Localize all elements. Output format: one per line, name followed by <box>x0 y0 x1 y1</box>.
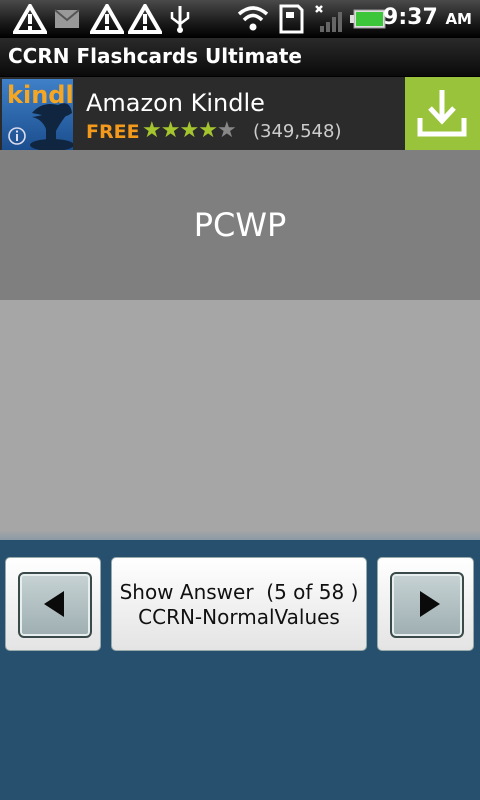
app-title-bar: CCRN Flashcards Ultimate <box>0 38 480 77</box>
time-value: 9:37 <box>383 5 438 30</box>
app-title: CCRN Flashcards Ultimate <box>8 44 302 68</box>
status-bar: 9:37 AM <box>0 0 480 38</box>
show-answer-label: Show Answer (5 of 58 ) CCRN-NormalValues <box>112 580 366 630</box>
show-answer-button[interactable]: Show Answer (5 of 58 ) CCRN-NormalValues <box>111 557 367 651</box>
mail-icon <box>54 9 80 28</box>
flashcard-answer-area[interactable] <box>0 300 480 540</box>
info-icon[interactable] <box>7 126 27 146</box>
usb-icon <box>170 6 190 33</box>
alert-icon <box>90 4 124 34</box>
left-arrow-icon <box>44 591 64 617</box>
ad-download-button[interactable] <box>405 77 480 150</box>
next-arrow-frame <box>390 572 464 638</box>
star-icon: ★ <box>142 118 162 143</box>
flashcard-question-text: PCWP <box>193 206 287 244</box>
star-icon: ★ <box>179 118 199 143</box>
alert-icon <box>128 4 162 34</box>
status-time: 9:37 AM <box>383 5 472 30</box>
sd-card-icon <box>279 4 304 34</box>
ad-app-icon[interactable]: kindle <box>2 79 73 150</box>
ad-price: FREE <box>86 121 140 143</box>
right-arrow-icon <box>420 591 440 617</box>
show-answer-progress: Show Answer (5 of 58 ) <box>119 580 359 604</box>
alert-icon <box>13 4 47 34</box>
flashcard-question[interactable]: PCWP <box>0 150 480 300</box>
battery-icon <box>350 9 386 29</box>
star-icon: ★ <box>198 118 218 143</box>
star-icon: ★ <box>216 118 237 143</box>
star-icon: ★ <box>160 118 181 143</box>
ad-banner[interactable]: kindle Amazon Kindle FREE ★★★★★ (349,548… <box>0 77 480 150</box>
next-card-button[interactable] <box>377 557 474 651</box>
download-icon <box>417 90 467 137</box>
time-ampm: AM <box>445 10 472 28</box>
previous-card-button[interactable] <box>5 557 101 651</box>
wifi-icon <box>237 6 269 31</box>
deck-name: CCRN-NormalValues <box>138 605 340 629</box>
ad-title: Amazon Kindle <box>86 89 265 117</box>
no-signal-icon <box>315 5 342 32</box>
previous-arrow-frame <box>18 572 92 638</box>
ad-rating-stars: ★★★★★ <box>142 118 237 143</box>
ad-review-count: (349,548) <box>253 121 342 142</box>
